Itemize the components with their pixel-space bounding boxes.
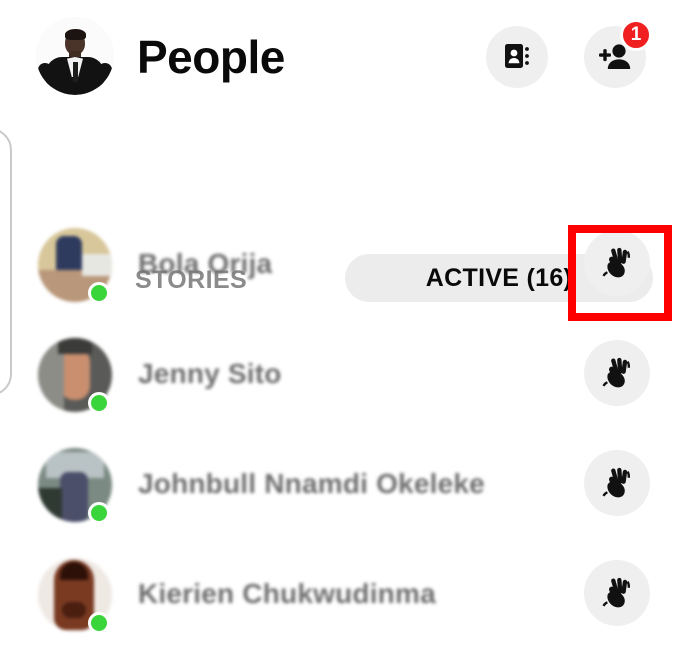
tab-bar: STORIES ACTIVE (16) [0, 118, 687, 302]
waving-hand-icon [600, 575, 634, 612]
status-badge [88, 612, 110, 634]
table-row[interactable]: Kierien Chukwudinma [0, 540, 687, 650]
contacts-book-icon [501, 40, 533, 75]
list-item: Jenny Sito [138, 358, 282, 389]
list-item: Kierien Chukwudinma [138, 578, 436, 609]
waving-hand-icon [600, 245, 634, 282]
contacts-book-button[interactable] [486, 26, 548, 88]
wave-button[interactable] [584, 560, 650, 626]
wave-button[interactable] [584, 450, 650, 516]
avatar[interactable] [36, 17, 114, 95]
add-person-badge: 1 [620, 19, 652, 51]
add-person-button[interactable]: 1 [584, 19, 652, 88]
page-title: People [137, 31, 285, 83]
people-screen: People 1 STORIES ACTIVE (16) Bola Orija … [0, 0, 687, 658]
list-item: Johnbull Nnamdi Okeleke [138, 468, 485, 499]
list-item: Bola Orija [138, 248, 273, 279]
status-badge [88, 282, 110, 304]
status-badge [88, 392, 110, 414]
status-badge [88, 502, 110, 524]
people-list: Bola Orija Jenny Sito Johnbull Nnamdi Ok… [0, 210, 687, 650]
table-row[interactable]: Bola Orija [0, 210, 687, 320]
wave-button[interactable] [584, 230, 650, 296]
table-row[interactable]: Johnbull Nnamdi Okeleke [0, 430, 687, 540]
wave-button[interactable] [584, 340, 650, 406]
waving-hand-icon [600, 465, 634, 502]
waving-hand-icon [600, 355, 634, 392]
table-row[interactable]: Jenny Sito [0, 320, 687, 430]
header-bar: People 1 [0, 0, 687, 118]
